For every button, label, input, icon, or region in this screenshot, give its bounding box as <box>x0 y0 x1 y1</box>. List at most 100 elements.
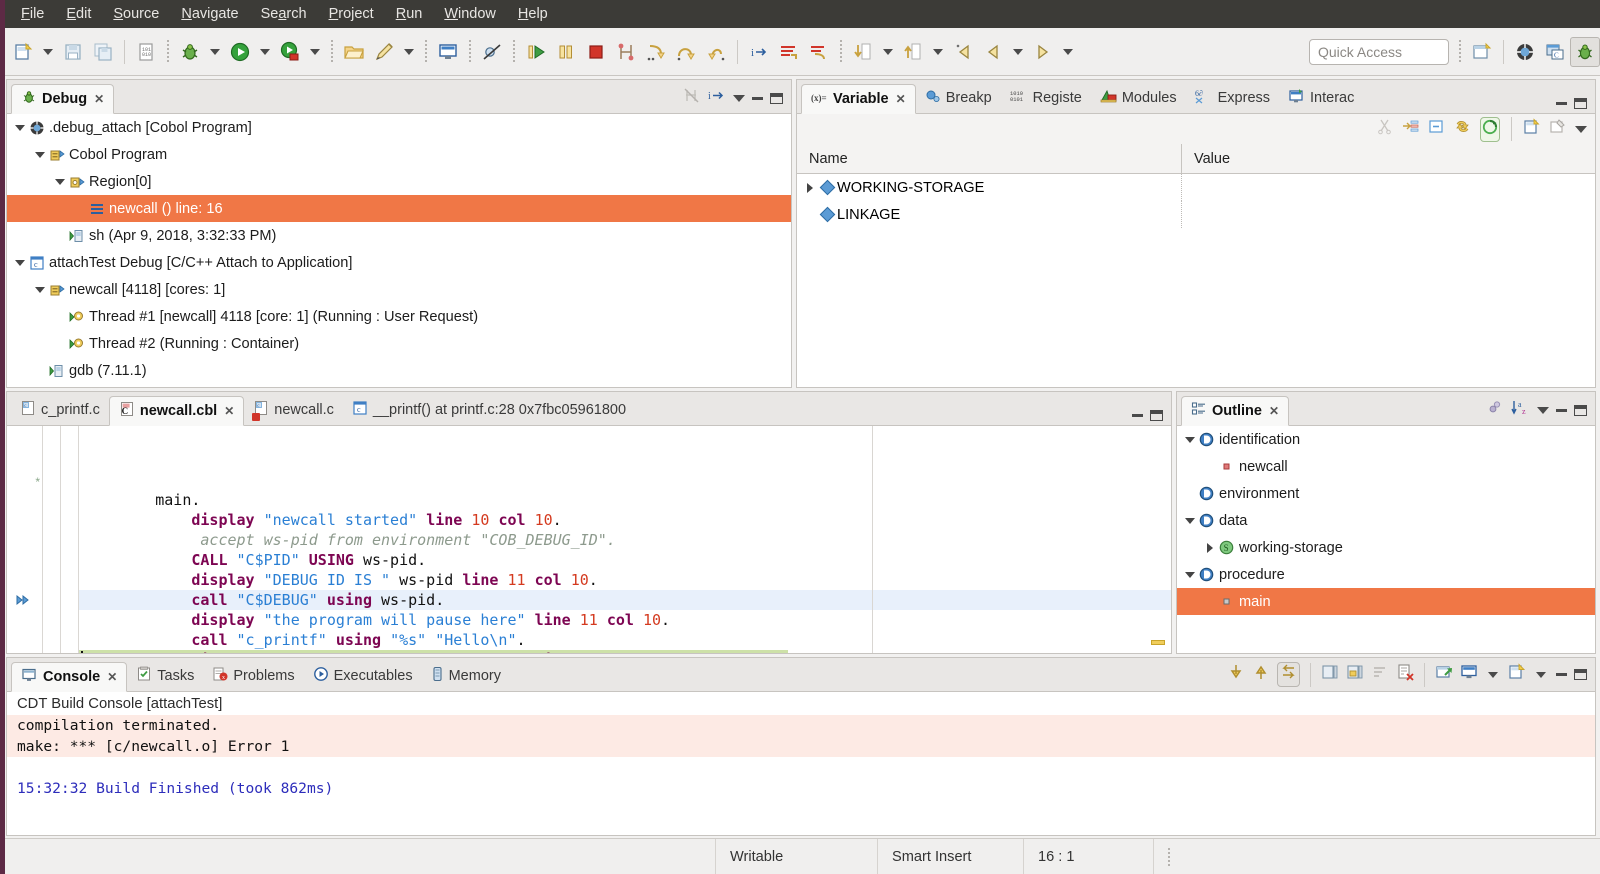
editor-code-area[interactable]: main. display "newcall started" line 10 … <box>79 426 1171 653</box>
tree-row[interactable]: Cobol Program <box>7 141 791 168</box>
prev-annotation-dropdown[interactable] <box>933 49 943 55</box>
tree-row[interactable]: newcall <box>1177 453 1595 480</box>
layout-icon[interactable] <box>1480 117 1500 142</box>
tab-debug[interactable]: Debug ✕ <box>11 84 114 114</box>
twisty-right[interactable] <box>1203 543 1217 553</box>
tab-memory[interactable]: Memory <box>422 661 510 691</box>
view-menu-icon[interactable] <box>733 95 745 102</box>
maximize-icon[interactable] <box>1574 405 1587 416</box>
variable-row[interactable]: LINKAGE <box>797 201 1595 228</box>
toolbar-drag-handle-7[interactable] <box>1459 40 1461 64</box>
menu-item-navigate[interactable]: Navigate <box>170 0 249 28</box>
tab-problems[interactable]: xProblems <box>203 661 303 691</box>
twisty-down[interactable] <box>53 179 67 185</box>
toolbar-drag-handle-3[interactable] <box>425 40 427 64</box>
close-icon[interactable]: ✕ <box>896 92 906 106</box>
run-external-dropdown[interactable] <box>310 49 320 55</box>
status-resize-grip[interactable] <box>1153 839 1600 874</box>
maximize-icon[interactable] <box>1574 98 1587 109</box>
editor-body[interactable]: * main. display "newcall started" line 1… <box>7 426 1171 653</box>
skip-breakpoints-icon[interactable] <box>477 37 507 67</box>
new-file-dropdown[interactable] <box>43 49 53 55</box>
tree-row[interactable]: sh (Apr 9, 2018, 3:32:33 PM) <box>7 222 791 249</box>
pin-console-icon[interactable] <box>1346 663 1364 686</box>
prev-annotation-icon[interactable] <box>898 37 928 67</box>
suspend-icon[interactable] <box>551 37 581 67</box>
tree-row[interactable]: .debug_attach [Cobol Program] <box>7 114 791 141</box>
minimize-icon[interactable] <box>1132 414 1143 417</box>
open-folder-icon[interactable] <box>339 37 369 67</box>
cpp-perspective-icon[interactable]: C <box>1540 37 1570 67</box>
new-console-dropdown[interactable] <box>1536 672 1546 678</box>
hide-fields-icon[interactable] <box>1487 399 1504 421</box>
editor-marker-gutter[interactable]: * <box>7 426 43 653</box>
view-menu-icon[interactable] <box>1537 407 1549 414</box>
close-icon[interactable]: ✕ <box>107 670 117 684</box>
column-header-value[interactable]: Value <box>1182 151 1595 167</box>
code-line[interactable]: main. <box>79 490 1171 510</box>
twisty-down[interactable] <box>1183 437 1197 443</box>
code-line[interactable]: display "the program will pause here" li… <box>79 610 1171 630</box>
tree-row[interactable]: gdb (7.11.1) <box>7 357 791 384</box>
clear-console-icon[interactable] <box>1371 663 1389 686</box>
code-line[interactable]: display "newcall started" line 10 col 10… <box>79 510 1171 530</box>
twisty-down[interactable] <box>1183 518 1197 524</box>
tab-variable[interactable]: (x)=Variable✕ <box>801 84 916 114</box>
toolbar-drag-handle[interactable] <box>167 40 169 64</box>
remove-console-icon[interactable] <box>1396 663 1414 686</box>
tree-row[interactable]: newcall [4118] [cores: 1] <box>7 276 791 303</box>
terminate-icon[interactable] <box>581 37 611 67</box>
twisty-down[interactable] <box>33 287 47 293</box>
display-console-icon[interactable] <box>433 37 463 67</box>
tree-row[interactable]: identification <box>1177 426 1595 453</box>
drop-to-frame-icon[interactable] <box>804 37 834 67</box>
debug-dropdown[interactable] <box>210 49 220 55</box>
next-annotation-icon[interactable] <box>848 37 878 67</box>
menu-item-window[interactable]: Window <box>433 0 507 28</box>
menu-item-edit[interactable]: Edit <box>55 0 102 28</box>
list-icon[interactable] <box>774 37 804 67</box>
tab-registe[interactable]: 10100101Registe <box>1001 83 1091 113</box>
menu-item-search[interactable]: Search <box>250 0 318 28</box>
minimize-icon[interactable] <box>752 97 763 100</box>
tree-row[interactable]: newcall () line: 16 <box>7 195 791 222</box>
resume-icon[interactable] <box>521 37 551 67</box>
close-icon[interactable]: ✕ <box>1269 404 1279 418</box>
code-line[interactable]: accept ws-pid from environment "COB_DEBU… <box>79 530 1171 550</box>
tab-modules[interactable]: Modules <box>1091 83 1186 113</box>
editor-folding-gutter[interactable] <box>61 426 79 653</box>
outline-tree[interactable]: identificationnewcallenvironmentdataSwor… <box>1177 426 1595 653</box>
open-perspective-icon[interactable] <box>1510 37 1540 67</box>
word-wrap-icon[interactable] <box>1277 662 1300 687</box>
binary-file-icon[interactable]: 101010 <box>131 37 161 67</box>
tab-console[interactable]: Console✕ <box>11 662 127 692</box>
tab-breakp[interactable]: Breakp <box>916 83 1001 113</box>
close-icon[interactable]: ✕ <box>94 92 104 106</box>
run-external-icon[interactable] <box>275 37 305 67</box>
next-annotation-dropdown[interactable] <box>883 49 893 55</box>
toolbar-drag-handle-6[interactable] <box>840 40 842 64</box>
sort-az-icon[interactable]: az <box>1511 399 1530 421</box>
open-console-icon[interactable] <box>1435 663 1453 686</box>
menu-item-help[interactable]: Help <box>507 0 559 28</box>
save-icon[interactable] <box>58 37 88 67</box>
step-over-icon[interactable] <box>671 37 701 67</box>
tree-row[interactable]: Region[0] <box>7 168 791 195</box>
editor-tab-newcall-c[interactable]: cnewcall.c <box>244 395 343 425</box>
menu-item-file[interactable]: File <box>10 0 55 28</box>
debug-bug-icon[interactable] <box>175 37 205 67</box>
debug-tree[interactable]: .debug_attach [Cobol Program]Cobol Progr… <box>7 114 791 387</box>
code-line[interactable]: display "DEBUG ID IS " ws-pid line 11 co… <box>79 570 1171 590</box>
quick-access-input[interactable]: Quick Access <box>1309 39 1449 65</box>
editor-tab-c-printf-c[interactable]: cc_printf.c <box>11 395 109 425</box>
variables-table-body[interactable]: WORKING-STORAGELINKAGE <box>797 174 1595 387</box>
menu-item-run[interactable]: Run <box>385 0 434 28</box>
tab-tasks[interactable]: Tasks <box>127 661 203 691</box>
scroll-up-icon[interactable] <box>1252 663 1270 686</box>
twisty-right[interactable] <box>803 183 817 193</box>
code-line[interactable]: CALL "C$PID" USING ws-pid. <box>79 550 1171 570</box>
tree-row[interactable]: environment <box>1177 480 1595 507</box>
display-dropdown[interactable] <box>1488 672 1498 678</box>
new-file-icon[interactable] <box>8 37 38 67</box>
step-into-icon[interactable] <box>641 37 671 67</box>
